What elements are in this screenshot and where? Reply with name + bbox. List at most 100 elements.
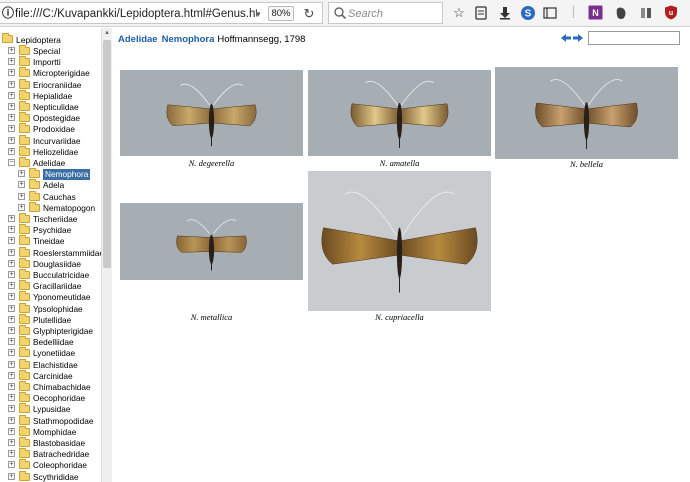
expand-icon[interactable]: + [8, 271, 15, 278]
expand-icon[interactable]: + [8, 259, 15, 267]
expand-icon[interactable]: + [8, 450, 15, 458]
info-icon[interactable]: ⓘ [1, 6, 15, 20]
scroll-up-arrow-icon[interactable]: ▲ [102, 28, 112, 38]
expand-icon[interactable]: + [8, 293, 15, 301]
expand-icon[interactable]: + [8, 427, 15, 435]
tree-item-label[interactable]: Lyonetiidae [33, 348, 75, 359]
address-bar[interactable]: ⓘ file:///C:/Kuvapankki/Lepidoptera.html… [0, 2, 323, 24]
tree-item-label[interactable]: Psychidae [33, 225, 71, 236]
tree-item-label[interactable]: Adela [43, 180, 64, 191]
tree-item-label[interactable]: Prodoxidae [33, 124, 75, 135]
onenote-icon[interactable]: N [586, 4, 604, 22]
family-link[interactable]: Adelidae [118, 34, 158, 45]
expand-icon[interactable]: + [8, 91, 15, 99]
expand-icon[interactable]: + [18, 203, 25, 211]
tree-item-label[interactable]: Lypusidae [33, 404, 71, 415]
tree-item-label[interactable]: Oecophoridae [33, 393, 85, 404]
expand-icon[interactable]: + [8, 461, 15, 469]
expand-icon[interactable]: + [8, 371, 15, 379]
tree-item-label[interactable]: Ypsolophidae [33, 304, 83, 315]
tree-item-label[interactable]: Roeslerstammiidae [33, 248, 104, 259]
tree-item-label[interactable]: Plutellidae [33, 315, 71, 326]
tree-item-label[interactable]: Heliozelidae [33, 147, 78, 158]
expand-icon[interactable]: + [18, 192, 25, 200]
zoom-level-badge[interactable]: 80% [268, 6, 294, 21]
expand-icon[interactable]: + [8, 327, 15, 334]
tree-item-label[interactable]: Blastobasidae [33, 438, 85, 449]
tree-item-label[interactable]: Eriocraniidae [33, 80, 81, 91]
tree-item-label[interactable]: Adelidae [33, 158, 65, 169]
tree-item-label[interactable]: Tineidae [33, 236, 65, 247]
expand-icon[interactable]: + [8, 472, 15, 480]
tree-item-label[interactable]: Momphidae [33, 427, 76, 438]
expand-icon[interactable]: + [8, 383, 15, 390]
specimen-photo[interactable] [308, 70, 491, 156]
tree-item-label[interactable]: Opostegidae [33, 113, 80, 124]
reload-icon[interactable]: ↻ [300, 5, 318, 23]
expand-icon[interactable]: + [8, 103, 15, 110]
expand-icon[interactable]: + [18, 181, 25, 189]
collapse-icon[interactable]: − [8, 159, 15, 166]
reading-list-icon[interactable] [472, 4, 490, 22]
expand-icon[interactable]: + [8, 405, 15, 413]
url-text[interactable]: file:///C:/Kuvapankki/Lepidoptera.html#G… [15, 7, 257, 21]
s-extension-icon[interactable]: S [519, 4, 537, 22]
tree-item-label[interactable]: Bedelliidae [33, 337, 74, 348]
tree-item-label[interactable]: Scythrididae [33, 472, 79, 482]
specimen-photo[interactable] [308, 171, 491, 311]
tree-item-label[interactable]: Cauchas [43, 192, 76, 203]
page-search-input[interactable] [588, 31, 680, 45]
specimen-photo[interactable] [120, 203, 303, 280]
tree-item-label[interactable]: Coleophoridae [33, 460, 87, 471]
expand-icon[interactable]: + [8, 136, 15, 144]
scroll-thumb[interactable] [103, 40, 111, 268]
back-arrow-icon[interactable] [561, 33, 571, 43]
tree-item-label[interactable]: Incurvariidae [33, 136, 81, 147]
tree-item-label[interactable]: Batrachedridae [33, 449, 89, 460]
expand-icon[interactable]: + [8, 282, 15, 290]
menu-icon[interactable] [541, 4, 559, 22]
expand-icon[interactable]: + [8, 304, 15, 312]
expand-icon[interactable]: + [8, 80, 15, 88]
dropdown-arrow-icon[interactable]: ▾ [256, 7, 266, 21]
tree-item-label[interactable]: Bucculatricidae [33, 270, 89, 281]
expand-icon[interactable]: + [8, 47, 15, 54]
search-input[interactable]: Search [328, 2, 443, 24]
tree-item-label[interactable]: Hepialidae [33, 91, 72, 102]
expand-icon[interactable]: + [8, 215, 15, 222]
expand-icon[interactable]: + [8, 439, 15, 446]
expand-icon[interactable]: + [8, 360, 15, 368]
tree-item-label[interactable]: Special [33, 46, 60, 57]
tree-item-label[interactable]: Gracillariidae [33, 281, 81, 292]
sidebar-scrollbar[interactable]: ▲ [101, 28, 112, 482]
tree-item-label[interactable]: Carcinidae [33, 371, 73, 382]
expand-icon[interactable]: + [8, 58, 15, 66]
expand-icon[interactable]: + [8, 416, 15, 424]
expand-icon[interactable]: + [8, 349, 15, 357]
tree-item-label[interactable]: Glyphipterigidae [33, 326, 93, 337]
tree-item-label[interactable]: Nematopogon [43, 203, 95, 214]
expand-icon[interactable]: + [8, 114, 15, 122]
expand-icon[interactable]: + [8, 237, 15, 245]
evernote-icon[interactable] [612, 4, 630, 22]
expand-icon[interactable]: + [8, 226, 15, 234]
expand-icon[interactable]: + [8, 69, 15, 77]
tree-item-label[interactable]: Yponomeutidae [33, 292, 91, 303]
expand-icon[interactable]: + [8, 125, 15, 133]
tree-item-label[interactable]: Tischeriidae [33, 214, 77, 225]
tree-item-label[interactable]: Chimabachidae [33, 382, 91, 393]
expand-icon[interactable]: + [18, 170, 25, 178]
ublock-icon[interactable]: u [662, 4, 680, 22]
tree-item-label[interactable]: Nemophora [43, 169, 91, 181]
tree-item-label[interactable]: Stathmopodidae [33, 416, 93, 427]
download-icon[interactable] [496, 4, 514, 22]
specimen-photo[interactable] [120, 70, 303, 156]
tree-item-label[interactable]: Importti [33, 57, 61, 68]
expand-icon[interactable]: + [8, 147, 15, 155]
tree-item-label[interactable]: Elachistidae [33, 360, 78, 371]
specimen-photo[interactable] [495, 67, 678, 159]
pocket-icon[interactable] [637, 4, 655, 22]
expand-icon[interactable]: + [8, 248, 15, 256]
genus-link[interactable]: Nemophora [162, 34, 215, 45]
tree-item-label[interactable]: Micropterigidae [33, 68, 90, 79]
